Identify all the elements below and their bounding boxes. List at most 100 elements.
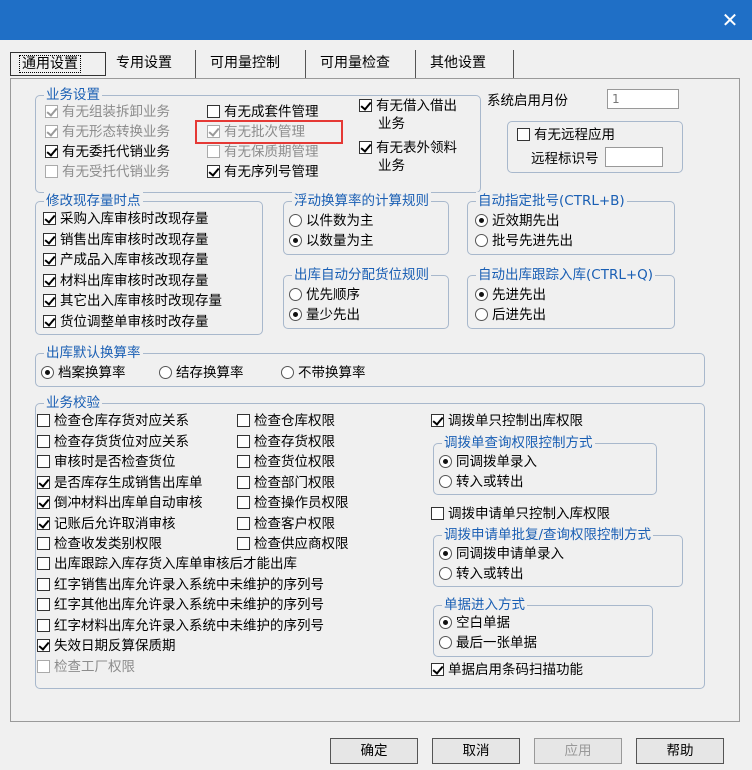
auto-location-option[interactable]: 量少先出 <box>289 305 360 325</box>
checkbox-box[interactable] <box>43 294 56 307</box>
checkbox-box[interactable] <box>207 165 220 178</box>
checkbox-box[interactable] <box>43 314 56 328</box>
verify-option-col2[interactable]: 检查仓库权限 <box>237 411 335 431</box>
radio-box[interactable] <box>281 366 294 379</box>
business-option-col1[interactable]: 有无受托代销业务 <box>45 162 170 182</box>
checkbox-box[interactable] <box>45 165 58 178</box>
auto-batch-option[interactable]: 近效期先出 <box>475 211 560 231</box>
business-option-col2[interactable]: 有无成套件管理 <box>207 102 319 122</box>
radio-box[interactable] <box>475 214 488 227</box>
checkbox-box[interactable] <box>37 537 50 550</box>
transfer-in-only-checkbox[interactable]: 调拨申请单只控制入库权限 <box>431 504 610 524</box>
auto-location-option[interactable]: 优先顺序 <box>289 285 360 305</box>
checkbox-box[interactable] <box>37 618 50 632</box>
transfer-query-option[interactable]: 同调拨单录入 <box>439 452 537 472</box>
ok-button[interactable]: 确定 <box>330 738 418 764</box>
checkbox-box[interactable] <box>43 232 56 246</box>
close-icon[interactable]: ✕ <box>716 6 744 34</box>
float-rate-option[interactable]: 以件数为主 <box>289 211 374 231</box>
verify-option-col1[interactable]: 记账后允许取消审核 <box>37 514 176 534</box>
checkbox-box[interactable] <box>237 455 250 468</box>
barcode-scan-checkbox[interactable]: 单据启用条码扫描功能 <box>431 660 583 680</box>
radio-box[interactable] <box>475 234 488 247</box>
verify-option-col2[interactable]: 检查部门权限 <box>237 473 335 493</box>
checkbox-box[interactable] <box>431 414 444 427</box>
verify-option-col2[interactable]: 检查存货权限 <box>237 432 335 452</box>
verify-option-long[interactable]: 红字其他出库允许录入系统中未维护的序列号 <box>37 595 324 615</box>
transfer-out-only-checkbox[interactable]: 调拨单只控制出库权限 <box>431 411 583 431</box>
checkbox-box[interactable] <box>37 639 50 652</box>
checkbox-box[interactable] <box>237 516 250 530</box>
modify-stock-option[interactable]: 其它出入库审核时改现存量 <box>43 291 222 311</box>
business-option-col2[interactable]: 有无批次管理 <box>207 122 305 142</box>
radio-box[interactable] <box>439 547 452 560</box>
apply-query-option[interactable]: 转入或转出 <box>439 564 524 584</box>
checkbox-box[interactable] <box>43 273 56 287</box>
verify-option-col2[interactable]: 检查货位权限 <box>237 452 335 472</box>
radio-box[interactable] <box>475 288 488 301</box>
checkbox-box[interactable] <box>207 145 220 158</box>
apply-button[interactable]: 应用 <box>534 738 622 764</box>
tab-general[interactable]: 通用设置 <box>10 52 106 76</box>
verify-option-long[interactable]: 出库跟踪入库存货入库单审核后才能出库 <box>37 554 297 574</box>
verify-option-col2[interactable]: 检查供应商权限 <box>237 534 349 554</box>
checkbox-box[interactable] <box>431 507 444 520</box>
business-option-col1[interactable]: 有无委托代销业务 <box>45 142 170 162</box>
checkbox-box[interactable] <box>45 125 58 138</box>
radio-box[interactable] <box>289 288 302 301</box>
off-sheet-material-checkbox[interactable]: 有无表外领料 <box>359 138 457 158</box>
verify-option-col1[interactable]: 检查仓库存货对应关系 <box>37 411 189 431</box>
checkbox-box[interactable] <box>237 537 250 550</box>
checkbox-box[interactable] <box>43 253 56 266</box>
verify-option-col2[interactable]: 检查操作员权限 <box>237 493 349 513</box>
tab-other[interactable]: 其他设置 <box>422 50 514 78</box>
verify-option-col1[interactable]: 检查收发类别权限 <box>37 534 162 554</box>
verify-option-long[interactable]: 失效日期反算保质期 <box>37 636 176 656</box>
radio-box[interactable] <box>475 308 488 321</box>
checkbox-box[interactable] <box>37 557 50 570</box>
checkbox-box[interactable] <box>517 128 530 141</box>
checkbox-box[interactable] <box>359 99 372 112</box>
auto-track-option[interactable]: 后进先出 <box>475 305 546 325</box>
auto-batch-option[interactable]: 批号先进先出 <box>475 231 573 251</box>
apply-query-option[interactable]: 同调拨申请单录入 <box>439 544 564 564</box>
checkbox-box[interactable] <box>43 212 56 225</box>
default-rate-option[interactable]: 结存换算率 <box>159 363 244 383</box>
checkbox-box[interactable] <box>37 577 50 591</box>
radio-box[interactable] <box>289 214 302 227</box>
checkbox-box[interactable] <box>237 414 250 427</box>
float-rate-option[interactable]: 以数量为主 <box>289 231 374 251</box>
auto-track-option[interactable]: 先进先出 <box>475 285 546 305</box>
remote-app-checkbox[interactable]: 有无远程应用 <box>517 125 615 145</box>
business-option-col1[interactable]: 有无组装拆卸业务 <box>45 102 170 122</box>
modify-stock-option[interactable]: 货位调整单审核时改存量 <box>43 312 209 332</box>
default-rate-option[interactable]: 档案换算率 <box>41 363 126 383</box>
checkbox-box[interactable] <box>207 105 220 118</box>
verify-option-long[interactable]: 检查工厂权限 <box>37 657 135 677</box>
radio-box[interactable] <box>439 455 452 468</box>
checkbox-box[interactable] <box>237 475 250 489</box>
checkbox-box[interactable] <box>37 414 50 427</box>
checkbox-box[interactable] <box>37 434 50 448</box>
radio-box[interactable] <box>289 234 302 247</box>
radio-box[interactable] <box>439 616 452 629</box>
radio-box[interactable] <box>159 366 172 379</box>
checkbox-box[interactable] <box>37 496 50 509</box>
tab-availability-control[interactable]: 可用量控制 <box>202 50 306 78</box>
radio-box[interactable] <box>439 636 452 649</box>
tab-availability-check[interactable]: 可用量检查 <box>312 50 416 78</box>
checkbox-box[interactable] <box>45 145 58 158</box>
checkbox-box[interactable] <box>207 125 220 138</box>
modify-stock-option[interactable]: 产成品入库审核改现存量 <box>43 250 209 270</box>
remote-id-input[interactable] <box>605 147 663 167</box>
checkbox-box[interactable] <box>37 516 50 530</box>
start-month-input[interactable]: 1 <box>607 89 679 109</box>
verify-option-col2[interactable]: 检查客户权限 <box>237 514 335 534</box>
business-option-col2[interactable]: 有无保质期管理 <box>207 142 319 162</box>
checkbox-box[interactable] <box>237 496 250 509</box>
radio-box[interactable] <box>289 308 302 321</box>
modify-stock-option[interactable]: 采购入库审核时改现存量 <box>43 209 209 229</box>
modify-stock-option[interactable]: 材料出库审核时改现存量 <box>43 271 209 291</box>
checkbox-box[interactable] <box>37 455 50 468</box>
radio-box[interactable] <box>439 567 452 580</box>
